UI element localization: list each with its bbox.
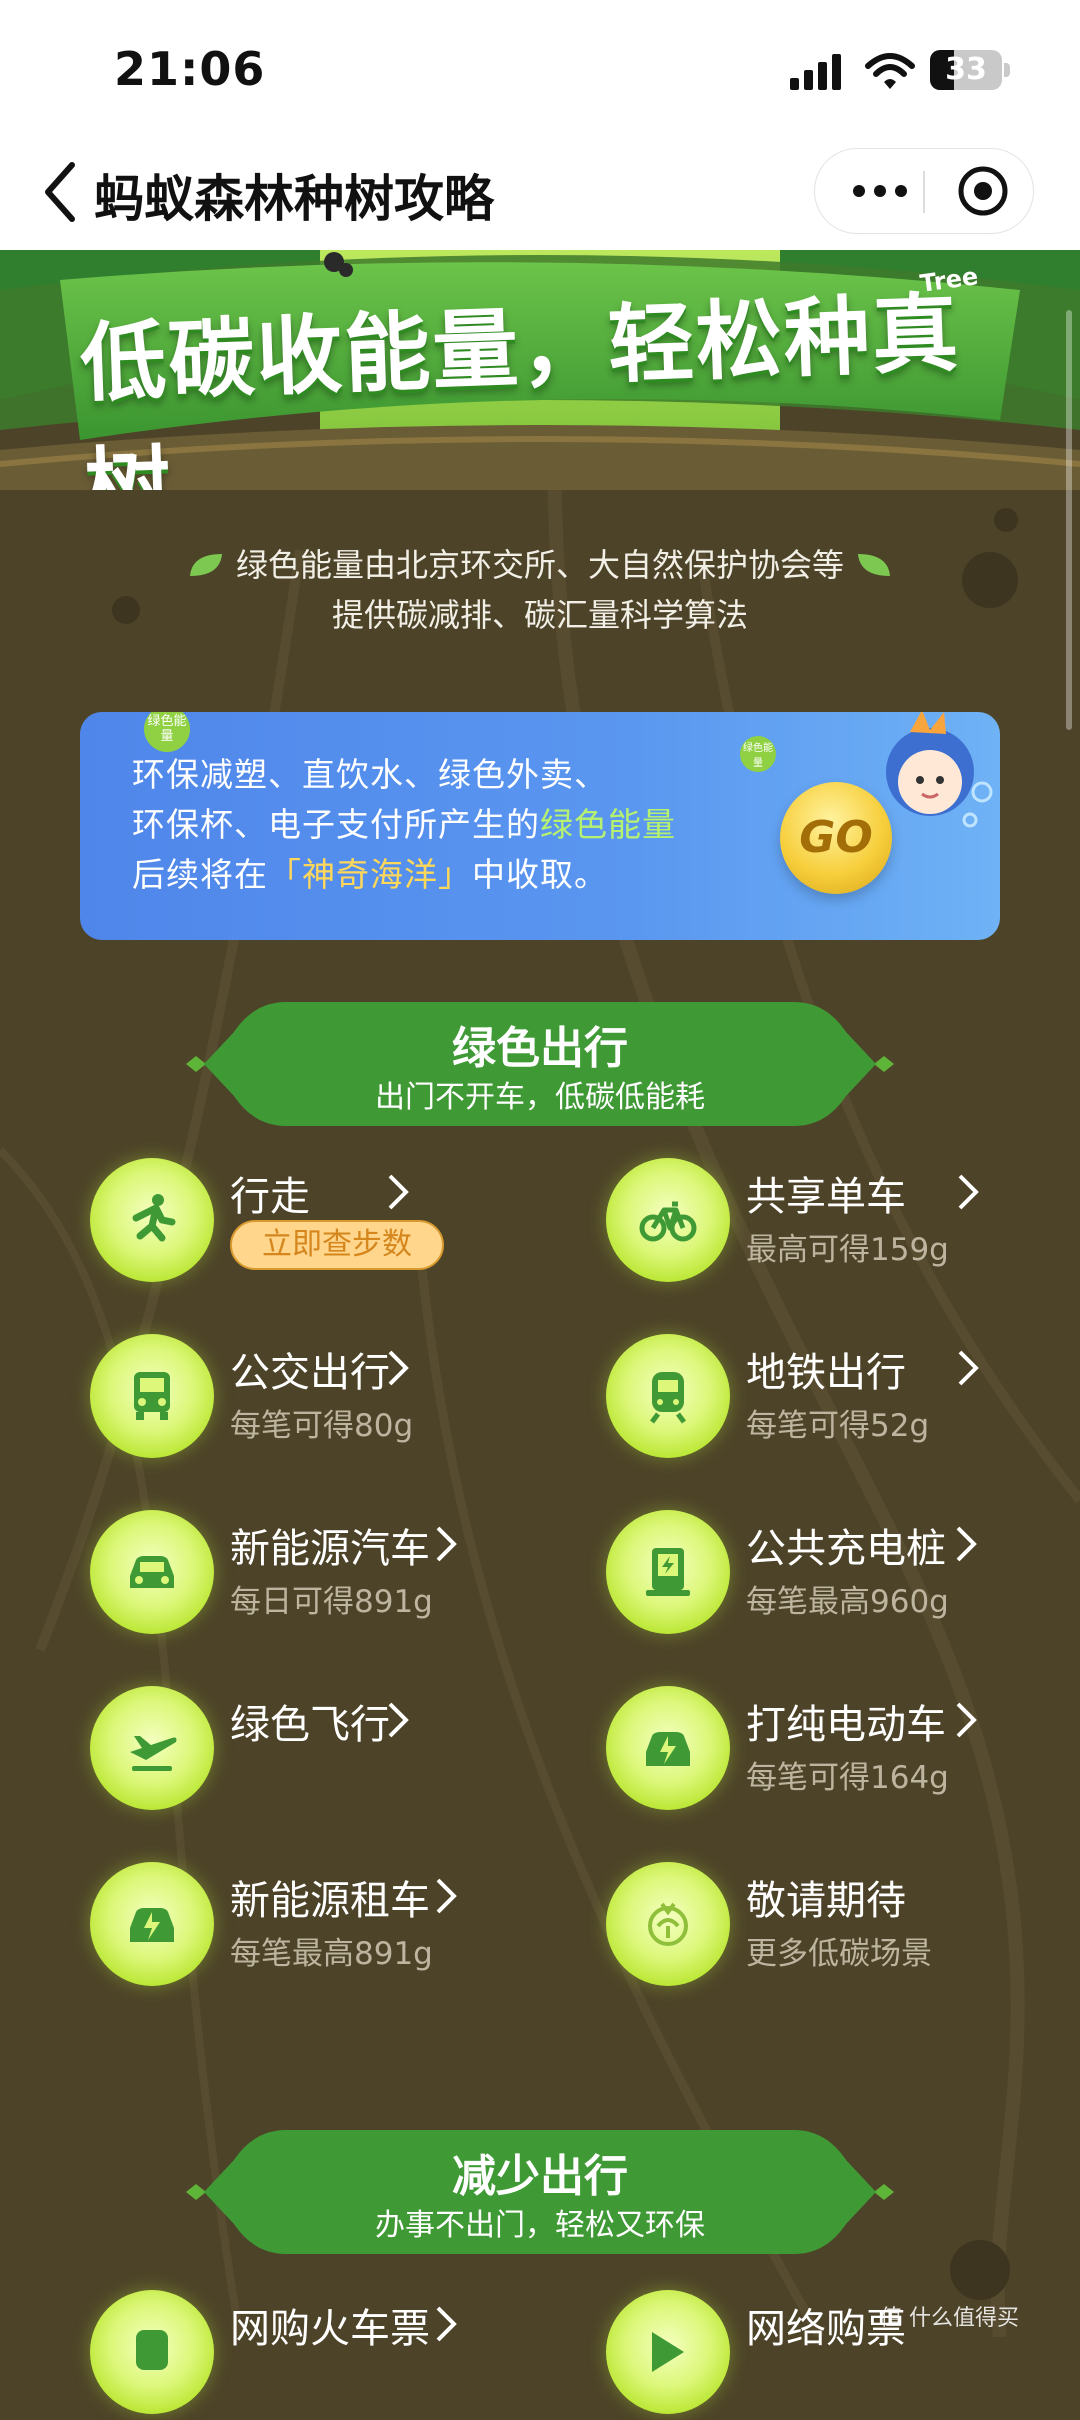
chevron-right-icon (388, 1174, 409, 1210)
item-green-flight[interactable]: 绿色飞行 (90, 1686, 560, 1816)
section-title: 减少出行 (452, 2151, 628, 2202)
item-train-ticket[interactable]: 网购火车票 (90, 2290, 560, 2420)
item-electric-taxi[interactable]: 打纯电动车 每笔可得164g (606, 1686, 1076, 1816)
chevron-right-icon (956, 1702, 977, 1738)
item-shared-bike[interactable]: 共享单车 最高可得159g (606, 1158, 1076, 1288)
miniapp-capsule (814, 148, 1034, 234)
item-new-energy-rental[interactable]: 新能源租车 每笔最高891g (90, 1862, 560, 1992)
capsule-divider (923, 171, 925, 213)
electric-taxi-icon (646, 1732, 690, 1766)
airplane-icon (130, 1736, 177, 1771)
section-subtitle: 办事不出门，轻松又环保 (375, 2208, 705, 2243)
chevron-right-icon (436, 2306, 457, 2342)
item-subway[interactable]: 地铁出行 每笔可得52g (606, 1334, 1076, 1464)
bicycle-icon (639, 1201, 697, 1242)
close-miniapp-icon[interactable] (943, 149, 1023, 233)
cellular-signal-icon (790, 54, 841, 90)
section-subtitle: 出门不开车，低碳低能耗 (375, 1080, 705, 1115)
item-charging-pile[interactable]: 公共充电桩 每笔最高960g (606, 1510, 1076, 1640)
train-ticket-icon (136, 2330, 168, 2370)
section-header-green-travel: 绿色出行 出门不开车，低碳低能耗 (186, 1002, 894, 1126)
page-title: 蚂蚁森林种树攻略 (94, 170, 494, 228)
leaf-icon (858, 554, 891, 576)
energy-intro: 绿色能量由北京环交所、大自然保护协会等 提供碳减排、碳汇量科学算法 (0, 540, 1080, 640)
leaf-icon (189, 554, 222, 576)
chevron-right-icon (956, 1526, 977, 1562)
rental-car-icon (130, 1908, 174, 1942)
chevron-right-icon (436, 1526, 457, 1562)
item-bus[interactable]: 公交出行 每笔可得80g (90, 1334, 560, 1464)
chevron-right-icon (388, 1702, 409, 1738)
car-icon (130, 1556, 174, 1588)
subway-icon (650, 1372, 686, 1424)
status-bar: 21:06 33 (0, 0, 1080, 145)
check-steps-button[interactable]: 立即查步数 (230, 1220, 444, 1270)
online-ticket-icon (652, 2332, 684, 2372)
coming-soon-icon (648, 1902, 688, 1946)
section-header-less-travel: 减少出行 办事不出门，轻松又环保 (186, 2130, 894, 2254)
chevron-right-icon (958, 1174, 979, 1210)
ocean-description: 环保减塑、直饮水、绿色外卖、 环保杯、电子支付所产生的绿色能量 后续将在「神奇海… (132, 755, 676, 894)
walking-icon (132, 1194, 176, 1242)
magic-ocean-card[interactable]: 绿色能量 绿色能量 环保减塑、直饮水、绿色外卖、 环保杯、电子支付所产生的绿色能… (80, 712, 1000, 940)
intro-line-1: 绿色能量由北京环交所、大自然保护协会等 (235, 546, 844, 584)
battery-indicator: 33 (930, 50, 1014, 94)
watermark: 值 什么值得买 (880, 2306, 1019, 2331)
chevron-right-icon (958, 1350, 979, 1386)
more-options-icon[interactable] (845, 149, 915, 233)
chevron-right-icon (388, 1350, 409, 1386)
wifi-icon (865, 53, 915, 89)
hero-banner: 低碳收能量，轻松种真树。 Tree (0, 250, 1080, 490)
green-energy-badge: 绿色能量 (144, 712, 190, 752)
item-walking[interactable]: 行走 立即查步数 (90, 1158, 560, 1288)
back-arrow-icon[interactable] (40, 157, 80, 227)
green-energy-badge: 绿色能量 (740, 736, 776, 772)
item-coming-soon: 敬请期待 更多低碳场景 (606, 1862, 1076, 1992)
battery-percent: 33 (945, 52, 987, 87)
charging-pile-icon (646, 1548, 690, 1596)
navigation-bar: 蚂蚁森林种树攻略 (0, 145, 1080, 250)
status-time: 21:06 (114, 42, 266, 96)
intro-line-2: 提供碳减排、碳汇量科学算法 (331, 596, 748, 634)
bus-icon (134, 1372, 170, 1420)
scrollbar[interactable] (1066, 310, 1072, 730)
section-title: 绿色出行 (452, 1023, 628, 1074)
chevron-right-icon (436, 1878, 457, 1914)
item-new-energy-car[interactable]: 新能源汽车 每日可得891g (90, 1510, 560, 1640)
go-button[interactable]: GO (780, 782, 892, 894)
